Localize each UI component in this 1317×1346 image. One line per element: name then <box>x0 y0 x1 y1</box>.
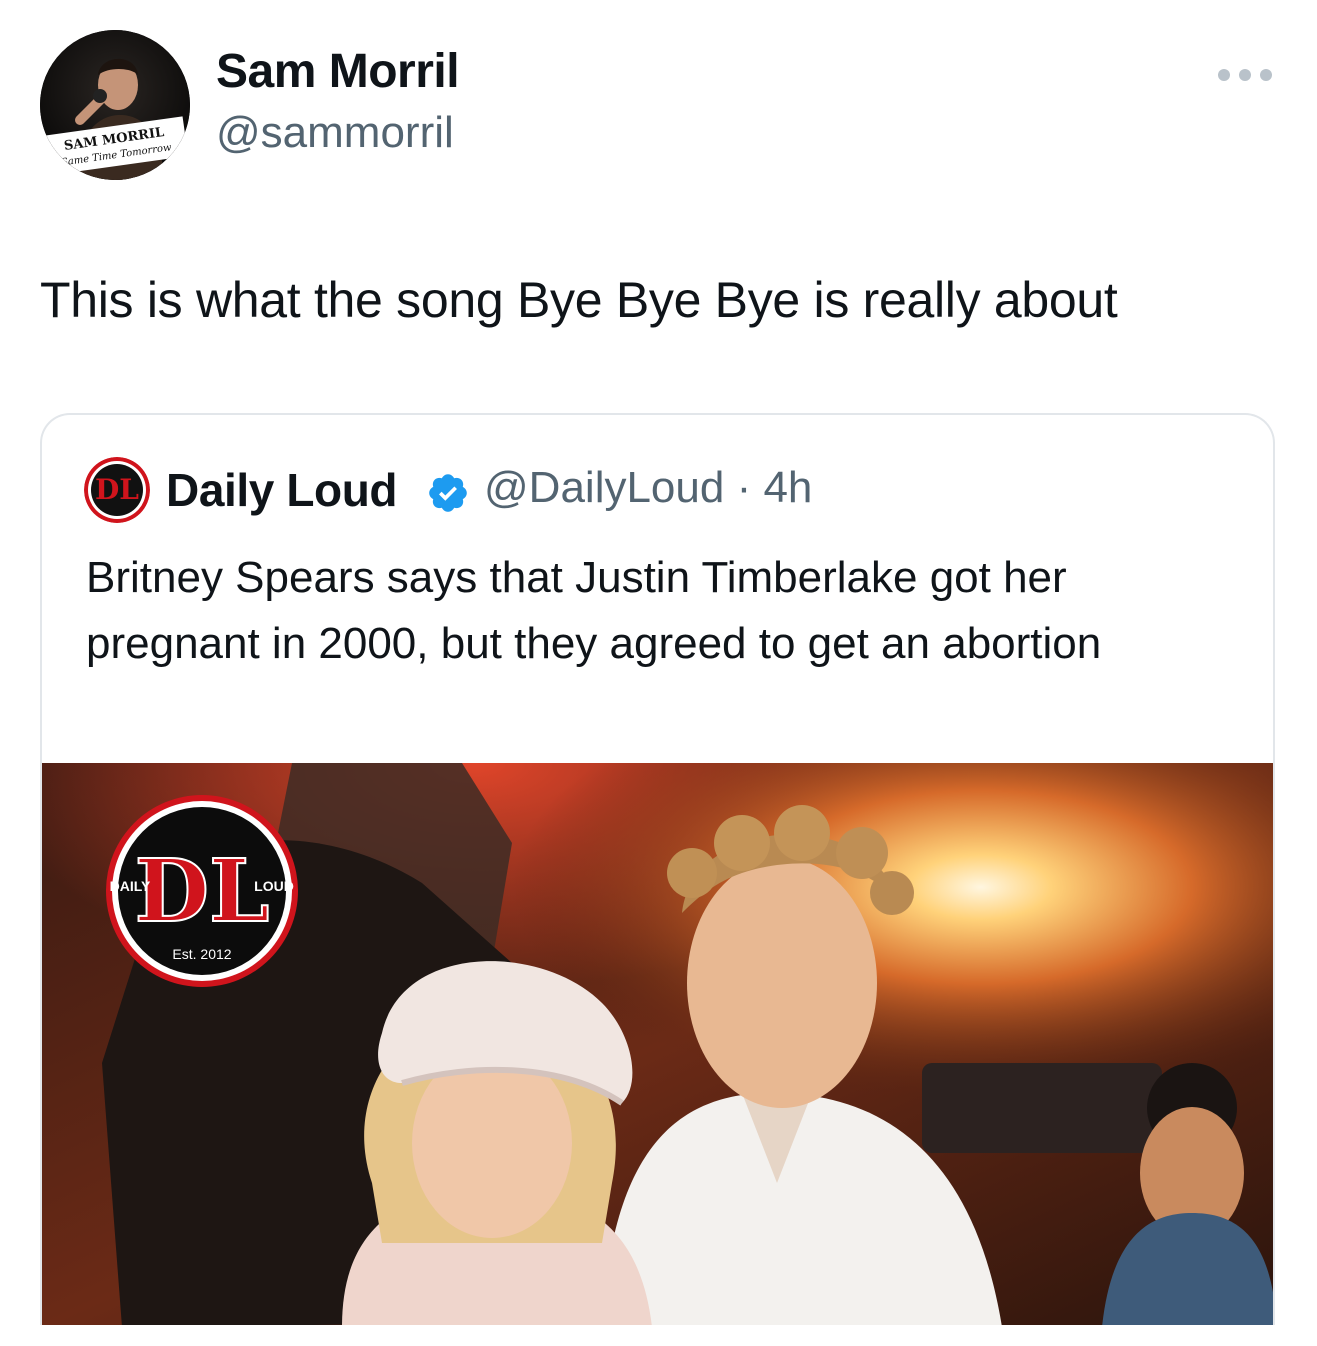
dot-icon <box>1239 69 1251 81</box>
daily-loud-watermark-icon: DL DAILY LOUD Est. 2012 <box>106 795 298 987</box>
dot-icon <box>1218 69 1230 81</box>
quoted-tweet-text: Britney Spears says that Justin Timberla… <box>86 553 1102 668</box>
avatar-image: SAM MORRIL Same Time Tomorrow <box>40 30 190 180</box>
author-handle[interactable]: @sammorril <box>216 108 454 158</box>
author-name[interactable]: Sam Morril <box>216 44 460 99</box>
quoted-tweet-card[interactable]: DL Daily Loud @DailyLoud · 4h Britney Sp… <box>40 413 1275 1325</box>
watermark-right-text: LOUD <box>254 878 294 894</box>
quoted-logo-mark: DL <box>95 473 139 506</box>
daily-loud-logo-icon: DL <box>84 457 150 523</box>
verified-badge-icon <box>429 474 467 512</box>
tweet-text: This is what the song Bye Bye Bye is rea… <box>40 272 1118 328</box>
quoted-author-name[interactable]: Daily Loud <box>166 463 398 517</box>
watermark-left-text: DAILY <box>110 878 151 894</box>
dot-icon <box>1260 69 1272 81</box>
author-avatar[interactable]: SAM MORRIL Same Time Tomorrow <box>40 30 190 180</box>
quoted-tweet-photo[interactable]: DL DAILY LOUD Est. 2012 <box>42 763 1273 1325</box>
quoted-author-handle-time[interactable]: @DailyLoud · 4h <box>484 463 812 513</box>
quoted-author-avatar[interactable]: DL <box>84 457 150 523</box>
photo-image: DL DAILY LOUD Est. 2012 <box>42 763 1273 1325</box>
watermark-mark: DL <box>134 841 269 942</box>
watermark-est-text: Est. 2012 <box>172 946 231 962</box>
more-horizontal-icon[interactable] <box>1218 64 1272 86</box>
